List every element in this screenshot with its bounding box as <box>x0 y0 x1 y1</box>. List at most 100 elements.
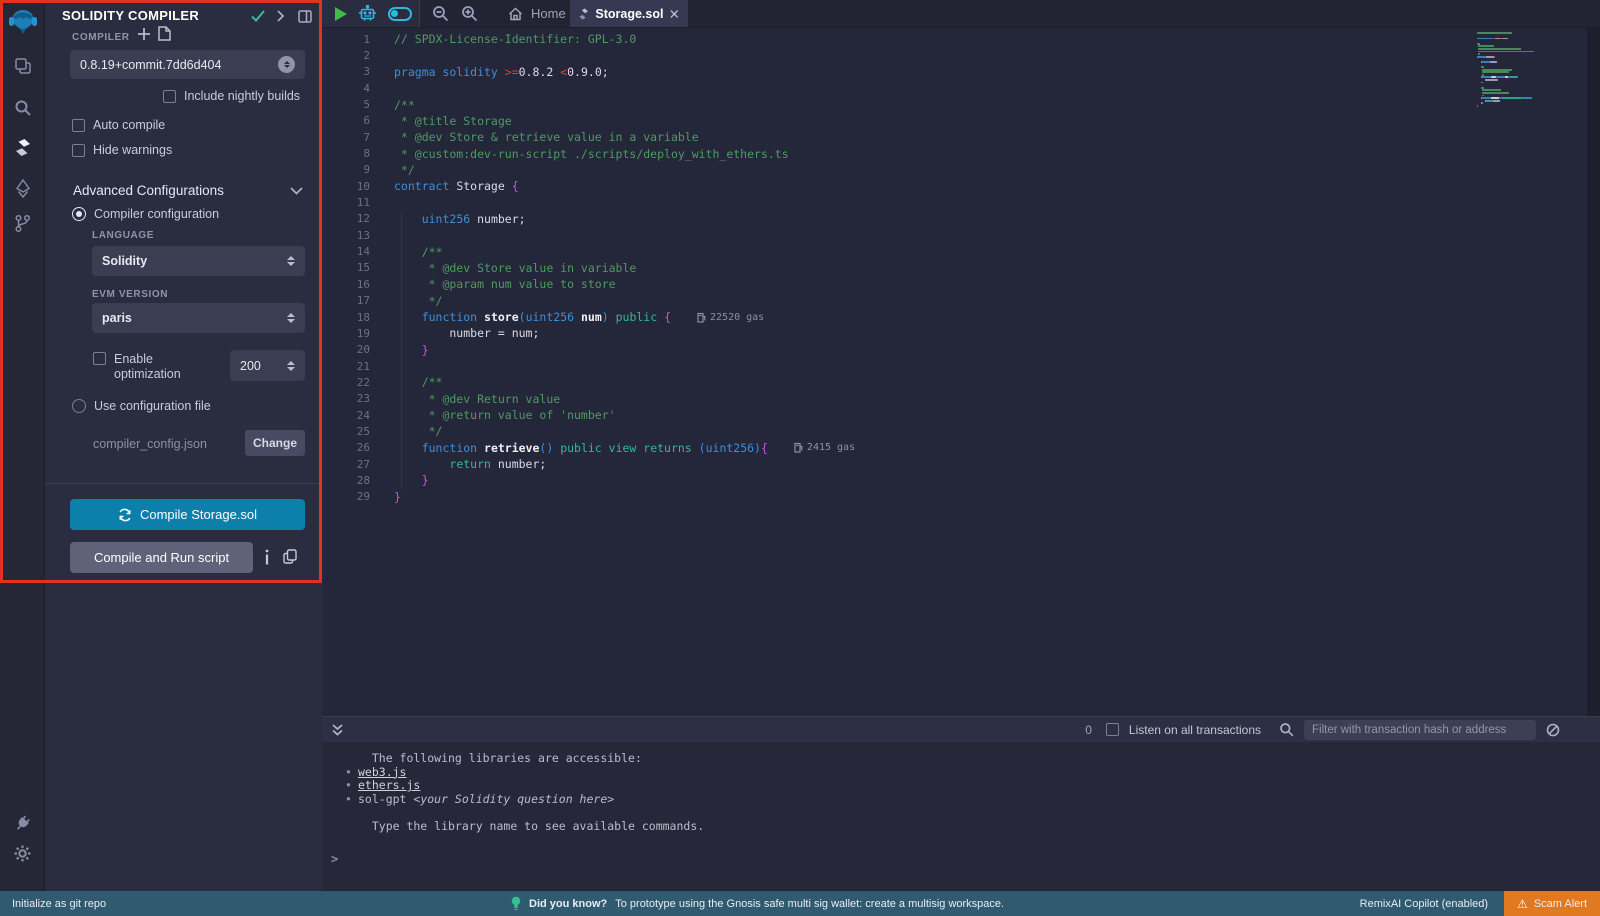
listen-transactions-checkbox[interactable] <box>1106 723 1119 736</box>
remix-logo[interactable] <box>0 5 45 41</box>
zoom-out-icon[interactable] <box>432 5 449 22</box>
open-compiler-file-icon[interactable] <box>158 26 171 41</box>
search-icon[interactable] <box>0 91 45 125</box>
line-number: 3 <box>322 65 370 78</box>
change-config-button[interactable]: Change <box>245 430 305 456</box>
copilot-toggle[interactable] <box>388 7 412 21</box>
evm-version-select[interactable]: paris <box>92 303 305 333</box>
tab-storage-sol[interactable]: Storage.sol <box>570 0 688 27</box>
compiler-configuration-radio[interactable] <box>72 207 86 221</box>
terminal-prompt[interactable]: > <box>331 852 338 866</box>
git-init-status[interactable]: Initialize as git repo <box>0 898 106 910</box>
terminal-search-icon[interactable] <box>1279 722 1294 737</box>
enable-optimization-checkbox[interactable] <box>93 352 106 365</box>
run-script-play-button[interactable] <box>335 7 347 21</box>
config-file-name: compiler_config.json <box>93 437 207 451</box>
code-line[interactable]: 12 uint256 number; <box>322 211 1470 227</box>
include-nightly-checkbox[interactable] <box>163 90 176 103</box>
copy-icon[interactable] <box>283 549 297 564</box>
evm-version-value: paris <box>102 311 287 325</box>
editor-scrollbar[interactable] <box>1587 28 1600 716</box>
code-line[interactable]: 20 } <box>322 342 1470 358</box>
warning-icon: ⚠ <box>1517 897 1528 911</box>
code-editor[interactable]: 1// SPDX-License-Identifier: GPL-3.023pr… <box>322 28 1600 716</box>
code-line[interactable]: 8 * @custom:dev-run-script ./scripts/dep… <box>322 145 1470 161</box>
optimization-runs-value: 200 <box>240 359 287 373</box>
compile-button[interactable]: Compile Storage.sol <box>70 499 305 530</box>
code-line[interactable]: 16 * @param num value to store <box>322 276 1470 292</box>
line-number: 10 <box>322 180 370 193</box>
compile-and-run-button[interactable]: Compile and Run script <box>70 542 253 573</box>
home-tab[interactable]: Home <box>508 6 566 21</box>
code-line[interactable]: 4 <box>322 80 1470 96</box>
deploy-run-icon[interactable] <box>0 171 45 205</box>
info-icon[interactable] <box>264 549 270 565</box>
code-line[interactable]: 27 return number; <box>322 456 1470 472</box>
code-line[interactable]: 11 <box>322 194 1470 210</box>
code-line[interactable]: 14 /** <box>322 243 1470 259</box>
copilot-status[interactable]: RemixAI Copilot (enabled) <box>1360 898 1488 910</box>
gas-estimate: 22520 gas <box>697 312 764 323</box>
code-line[interactable]: 15 * @dev Store value in variable <box>322 260 1470 276</box>
evm-select-caret-icon <box>287 313 295 323</box>
git-icon[interactable] <box>0 206 45 240</box>
clear-terminal-icon[interactable] <box>1546 723 1560 737</box>
terminal-link[interactable]: web3.js <box>358 765 406 779</box>
settings-gear-icon[interactable] <box>0 836 45 870</box>
file-explorer-icon[interactable] <box>0 49 45 83</box>
plugin-manager-icon[interactable] <box>0 806 45 840</box>
zoom-in-icon[interactable] <box>461 5 478 22</box>
code-line[interactable]: 21 <box>322 358 1470 374</box>
lightbulb-icon <box>511 896 521 911</box>
code-line[interactable]: 5/** <box>322 96 1470 112</box>
code-line[interactable]: 3pragma solidity >=0.8.2 <0.9.0; <box>322 64 1470 80</box>
tip-text: To prototype using the Gnosis safe multi… <box>615 898 1004 910</box>
version-select-caret-icon <box>278 56 295 73</box>
code-line[interactable]: 23 * @dev Return value <box>322 391 1470 407</box>
auto-compile-label: Auto compile <box>93 118 165 132</box>
code-line[interactable]: 26 function retrieve() public view retur… <box>322 440 1470 456</box>
code-line[interactable]: 6 * @title Storage <box>322 113 1470 129</box>
code-line[interactable]: 19 number = num; <box>322 325 1470 341</box>
home-tab-label: Home <box>531 6 566 21</box>
code-line[interactable]: 28 } <box>322 472 1470 488</box>
scam-alert-badge[interactable]: ⚠ Scam Alert <box>1504 891 1600 916</box>
code-line[interactable]: 2 <box>322 47 1470 63</box>
code-line[interactable]: 9 */ <box>322 162 1470 178</box>
advanced-configurations-header[interactable]: Advanced Configurations <box>73 183 224 198</box>
code-line[interactable]: 25 */ <box>322 423 1470 439</box>
chevron-down-icon[interactable] <box>290 187 303 195</box>
optimization-runs-input[interactable]: 200 <box>230 350 305 381</box>
home-icon <box>508 7 523 21</box>
minimap[interactable] <box>1477 32 1585 107</box>
code-line[interactable]: 7 * @dev Store & retrieve value in a var… <box>322 129 1470 145</box>
code-line[interactable]: 13 <box>322 227 1470 243</box>
run-controls <box>322 0 420 27</box>
line-number: 22 <box>322 376 370 389</box>
hide-warnings-checkbox[interactable] <box>72 144 85 157</box>
transaction-filter-input[interactable] <box>1304 720 1536 740</box>
solidity-compiler-icon[interactable] <box>0 130 45 164</box>
ai-robot-icon[interactable] <box>358 5 377 22</box>
code-line[interactable]: 24 * @return value of 'number' <box>322 407 1470 423</box>
runs-spinner-icon[interactable] <box>287 361 295 371</box>
chevron-right-icon[interactable] <box>276 10 285 22</box>
language-select[interactable]: Solidity <box>92 246 305 276</box>
solidity-file-icon <box>579 7 588 21</box>
terminal-link[interactable]: ethers.js <box>358 778 420 792</box>
expand-terminal-icon[interactable] <box>331 723 344 737</box>
compiler-version-select[interactable]: 0.8.19+commit.7dd6d404 <box>70 50 305 79</box>
line-number: 18 <box>322 311 370 324</box>
auto-compile-checkbox[interactable] <box>72 119 85 132</box>
add-compiler-icon[interactable] <box>137 27 151 41</box>
code-line[interactable]: 1// SPDX-License-Identifier: GPL-3.0 <box>322 31 1470 47</box>
code-line[interactable]: 29} <box>322 489 1470 505</box>
terminal-output[interactable]: The following libraries are accessible:•… <box>358 752 1580 833</box>
code-line[interactable]: 10contract Storage { <box>322 178 1470 194</box>
use-config-file-radio[interactable] <box>72 399 86 413</box>
code-line[interactable]: 22 /** <box>322 374 1470 390</box>
code-line[interactable]: 18 function store(uint256 num) public {2… <box>322 309 1470 325</box>
close-tab-icon[interactable] <box>670 9 679 19</box>
code-line[interactable]: 17 */ <box>322 293 1470 309</box>
pin-panel-icon[interactable] <box>298 10 312 23</box>
